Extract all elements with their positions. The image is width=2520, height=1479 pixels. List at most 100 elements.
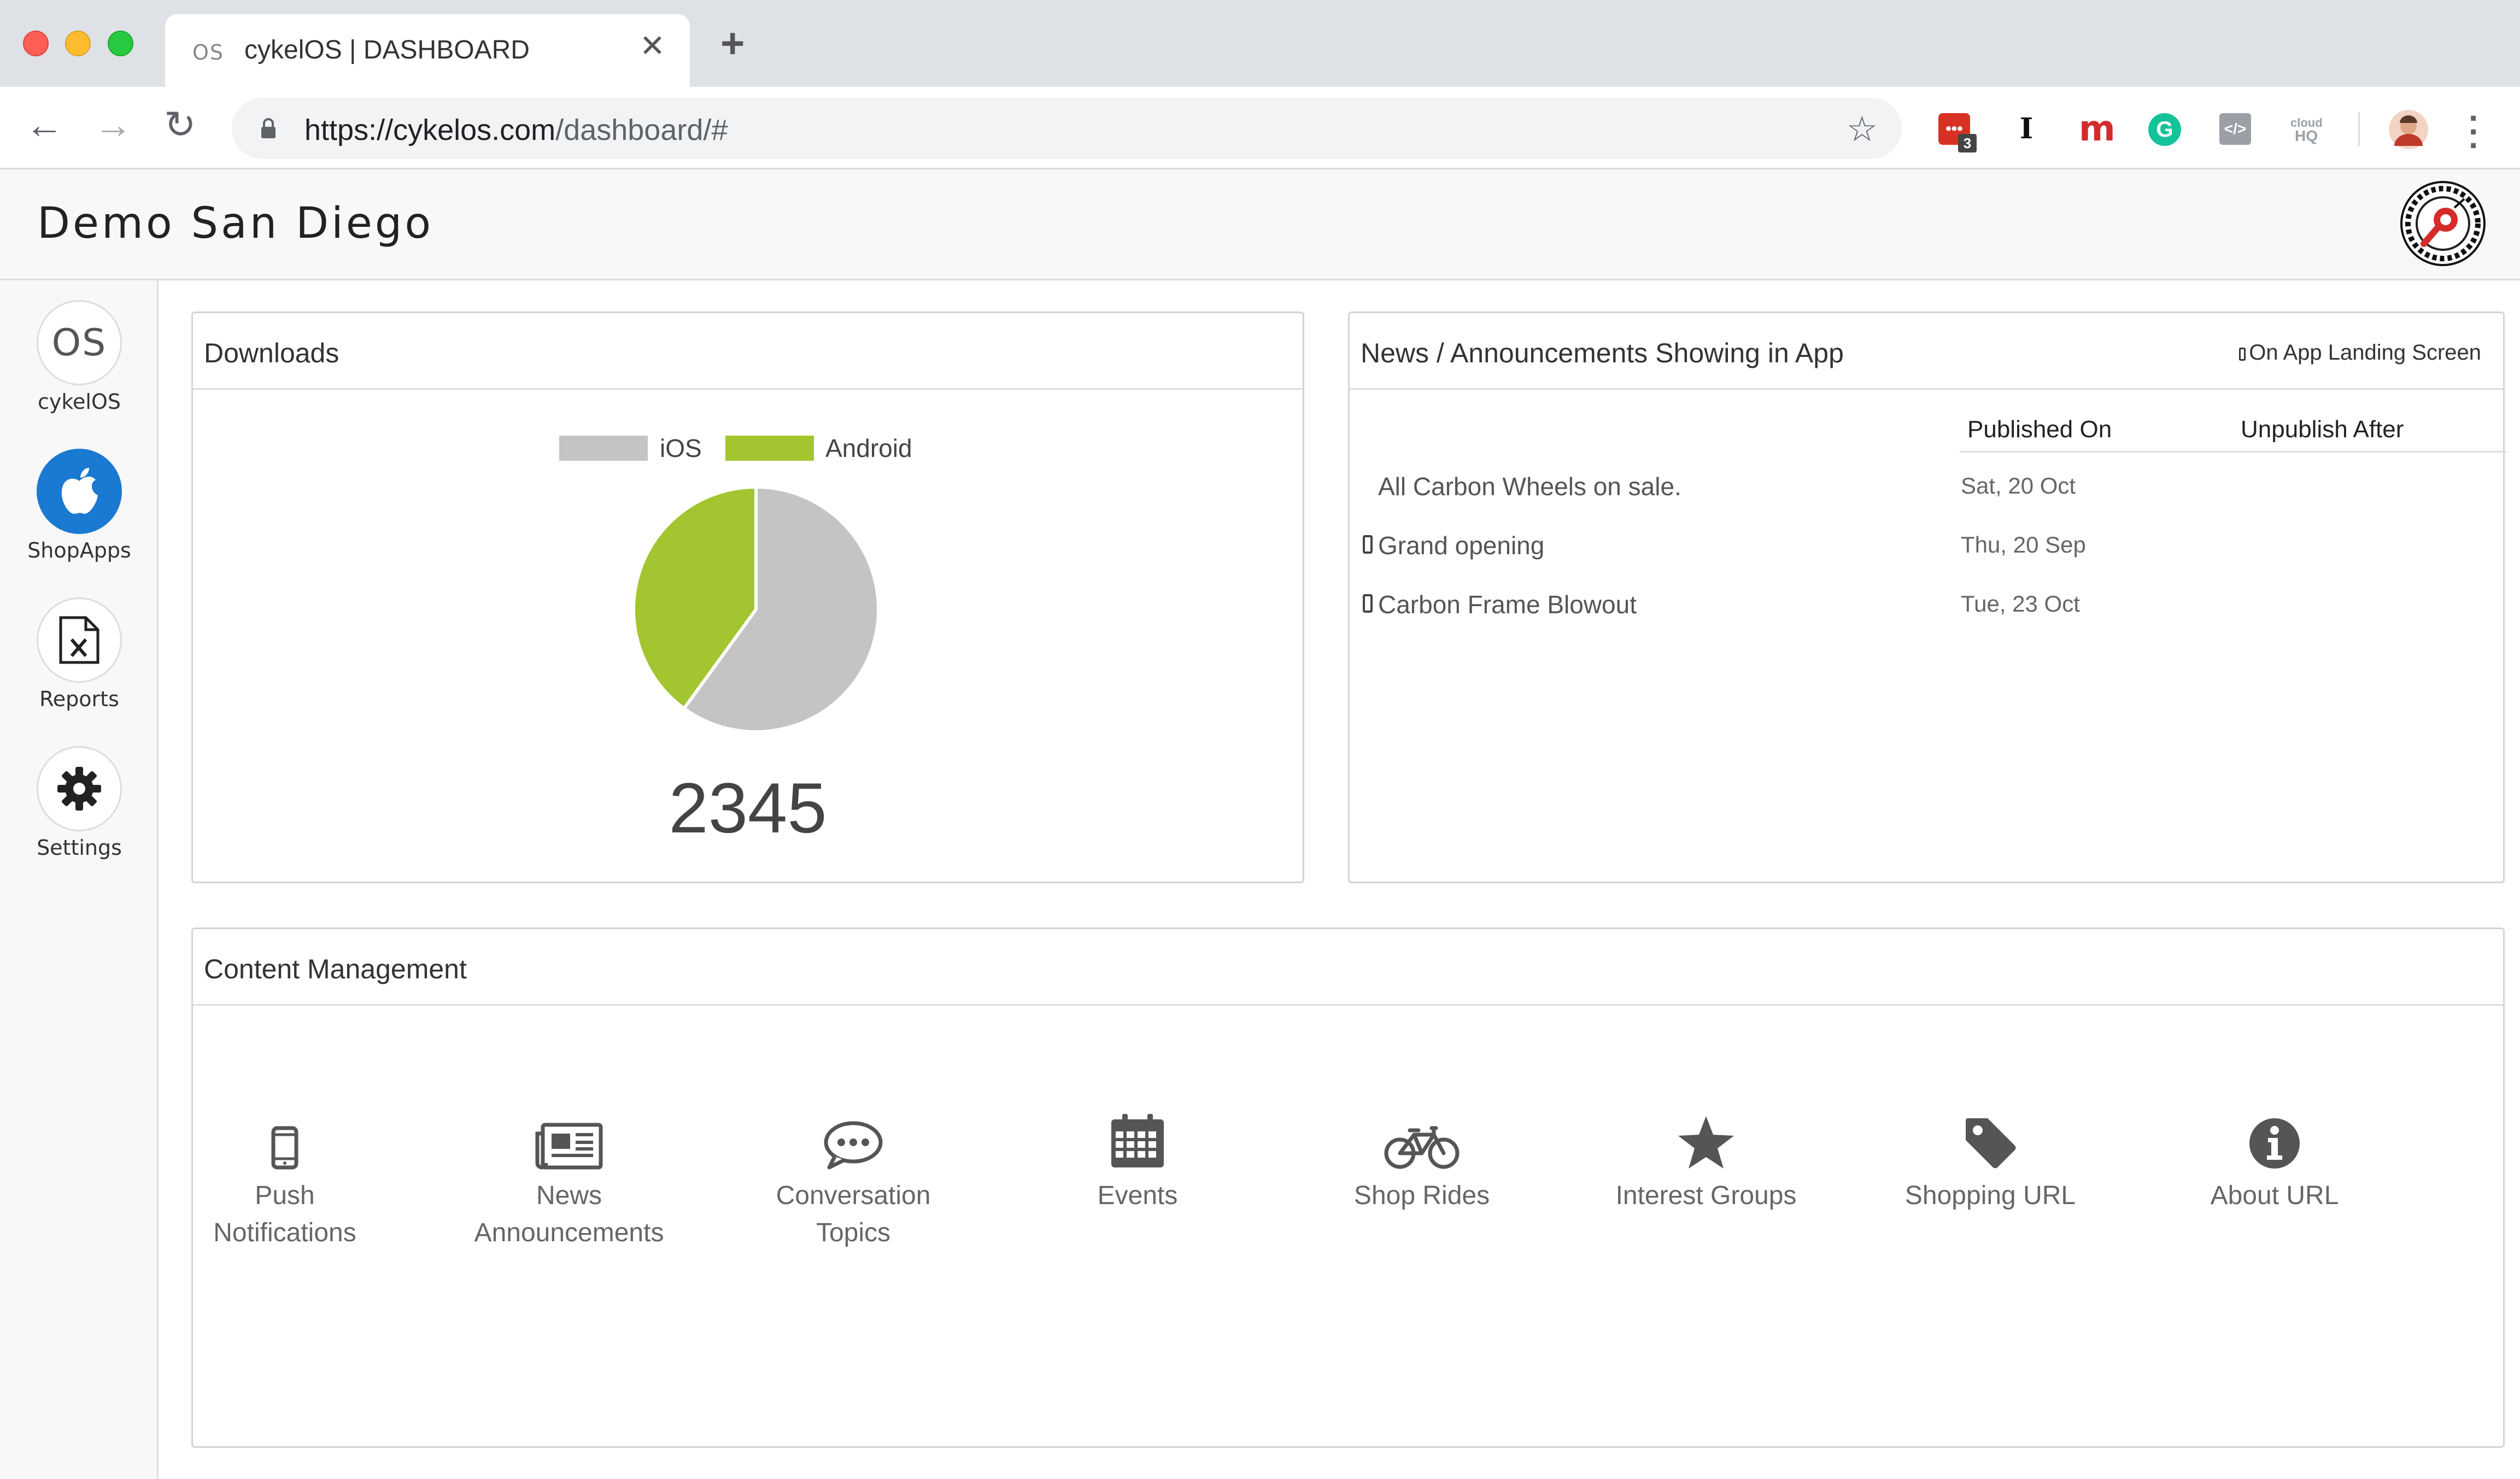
apple-icon xyxy=(61,468,98,514)
browser-tab-active[interactable]: OS cykelOS | DASHBOARD ✕ xyxy=(165,14,690,87)
extension-grammarly-icon[interactable]: G xyxy=(2148,113,2181,146)
cm-label-line1: Shop Rides xyxy=(1353,1181,1490,1210)
legend-label-android: Android xyxy=(825,434,912,462)
extension-badge: 3 xyxy=(1958,134,1977,152)
downloads-total: 2345 xyxy=(669,768,827,848)
sidebar: OS cykelOS ShopApps Reports Settings xyxy=(0,280,159,1479)
news-item-published: Sat, 20 Oct xyxy=(1961,473,2076,498)
chat-bubble-icon xyxy=(824,1121,883,1170)
bookmark-star-icon[interactable]: ☆ xyxy=(1847,109,1878,150)
table-row[interactable]: Carbon Frame Blowout Tue, 23 Oct xyxy=(1350,583,2503,632)
news-item-title: All Carbon Wheels on sale. xyxy=(1378,472,1681,501)
cm-push-notifications[interactable]: Push Notifications xyxy=(143,1104,427,1252)
cm-label-line2: Notifications xyxy=(213,1218,356,1247)
app-header: Demo San Diego xyxy=(0,169,2520,280)
table-header-divider xyxy=(1960,451,2506,453)
cm-label-line1: Shopping URL xyxy=(1904,1181,2076,1210)
table-row[interactable]: Grand opening Thu, 20 Sep xyxy=(1350,524,2503,573)
window-maximize-button[interactable] xyxy=(108,31,133,56)
news-item-title: Carbon Frame Blowout xyxy=(1378,590,1637,619)
downloads-pie-chart xyxy=(632,485,880,733)
sidebar-item-cykelos[interactable]: OS cykelOS xyxy=(0,300,159,414)
cm-interest-groups[interactable]: Interest Groups xyxy=(1564,1104,1848,1214)
cm-events[interactable]: Events xyxy=(995,1104,1280,1214)
extension-instapaper-icon[interactable]: I xyxy=(2011,113,2042,145)
sidebar-item-label: Reports xyxy=(39,687,119,711)
new-tab-button[interactable]: + xyxy=(720,23,745,64)
cm-label-line1: Conversation xyxy=(776,1181,931,1210)
cm-news-announcements[interactable]: News Announcements xyxy=(427,1104,711,1252)
calendar-icon xyxy=(1111,1114,1164,1167)
browser-tab-bar: OS cykelOS | DASHBOARD ✕ + xyxy=(0,0,2520,87)
cm-label-line2: Announcements xyxy=(474,1218,664,1247)
panel-header: News / Announcements Showing in App On A… xyxy=(1350,313,2503,390)
column-header-published: Published On xyxy=(1967,416,2112,443)
sidebar-item-reports[interactable]: Reports xyxy=(0,597,159,711)
star-icon xyxy=(1678,1116,1734,1169)
sidebar-item-shopapps[interactable]: ShopApps xyxy=(0,449,159,562)
panel-title: Content Management xyxy=(204,954,467,984)
reload-icon[interactable]: ↻ xyxy=(164,105,196,144)
newspaper-icon xyxy=(535,1123,603,1170)
tab-close-icon[interactable]: ✕ xyxy=(640,31,665,61)
lock-icon xyxy=(261,118,276,138)
brand-logo-icon[interactable] xyxy=(2400,180,2486,267)
tab-favicon-icon: OS xyxy=(192,40,225,64)
extension-m-icon[interactable]: m xyxy=(2079,111,2115,146)
cm-shopping-url[interactable]: Shopping URL xyxy=(1848,1104,2132,1214)
landing-screen-legend: On App Landing Screen xyxy=(2239,341,2481,365)
bicycle-icon xyxy=(1384,1126,1460,1169)
sidebar-item-label: Settings xyxy=(37,836,122,860)
table-row[interactable]: All Carbon Wheels on sale. Sat, 20 Oct xyxy=(1350,465,2503,514)
phone-mini-icon xyxy=(1363,594,1373,613)
sidebar-item-settings[interactable]: Settings xyxy=(0,746,159,860)
news-item-published: Tue, 23 Oct xyxy=(1961,591,2080,617)
content-management-panel: Content Management Push Notifications Ne… xyxy=(191,928,2505,1448)
column-header-unpublish: Unpublish After xyxy=(2241,416,2404,443)
profile-avatar-icon[interactable] xyxy=(2389,110,2428,149)
address-bar[interactable]: https://cykelos.com/dashboard/# ☆ xyxy=(232,98,1902,159)
legend-swatch-ios xyxy=(559,436,648,461)
mobile-phone-icon xyxy=(271,1126,298,1170)
phone-mini-icon xyxy=(1363,535,1373,554)
window-close-button[interactable] xyxy=(23,31,49,56)
cm-shop-rides[interactable]: Shop Rides xyxy=(1280,1104,1564,1214)
legend-label-ios: iOS xyxy=(660,434,702,462)
window-minimize-button[interactable] xyxy=(65,31,91,56)
cm-about-url[interactable]: About URL xyxy=(2132,1104,2417,1214)
url-host: https://cykelos.com xyxy=(304,114,556,146)
extension-calendar-icon[interactable]: ••• 3 xyxy=(1938,113,1977,152)
gear-icon xyxy=(57,767,101,811)
excel-file-icon xyxy=(59,616,99,664)
content-management-grid: Push Notifications News Announcements Co… xyxy=(193,1006,2503,1443)
extension-cloudhq-icon[interactable]: cloud HQ xyxy=(2290,113,2323,145)
cm-label-line1: Push xyxy=(255,1181,315,1210)
cm-label-line1: About URL xyxy=(2210,1181,2339,1210)
forward-arrow-icon[interactable]: → xyxy=(94,105,132,144)
browser-menu-icon[interactable]: · · · xyxy=(2469,101,2480,162)
cm-conversation-topics[interactable]: Conversation Topics xyxy=(711,1104,995,1252)
cm-label-line1: Events xyxy=(1097,1181,1178,1210)
news-panel: News / Announcements Showing in App On A… xyxy=(1348,312,2506,883)
landing-screen-label: On App Landing Screen xyxy=(2249,341,2481,365)
news-item-published: Thu, 20 Sep xyxy=(1961,532,2086,557)
panel-title: News / Announcements Showing in App xyxy=(1361,338,1844,368)
back-arrow-icon[interactable]: ← xyxy=(25,105,63,144)
cm-label-line1: News xyxy=(536,1181,602,1210)
url-text: https://cykelos.com/dashboard/# xyxy=(304,113,728,147)
cloudhq-line2: HQ xyxy=(2295,127,2318,144)
sidebar-item-label: cykelOS xyxy=(38,390,121,414)
panel-header: Downloads xyxy=(193,313,1303,390)
panel-title: Downloads xyxy=(204,338,339,368)
sidebar-circle: OS xyxy=(37,300,122,385)
downloads-chart-area: iOS Android 2345 xyxy=(193,390,1303,882)
sidebar-circle xyxy=(37,597,122,683)
panel-header: Content Management xyxy=(193,929,2503,1006)
phone-mini-icon xyxy=(2239,348,2246,361)
url-path: /dashboard/# xyxy=(555,114,728,146)
cm-label-line2: Topics xyxy=(816,1218,891,1247)
sidebar-circle xyxy=(37,746,122,831)
extension-code-icon[interactable]: </> xyxy=(2219,113,2251,145)
browser-toolbar: ← → ↻ https://cykelos.com/dashboard/# ☆ … xyxy=(0,87,2520,169)
tag-icon xyxy=(1966,1118,2016,1169)
